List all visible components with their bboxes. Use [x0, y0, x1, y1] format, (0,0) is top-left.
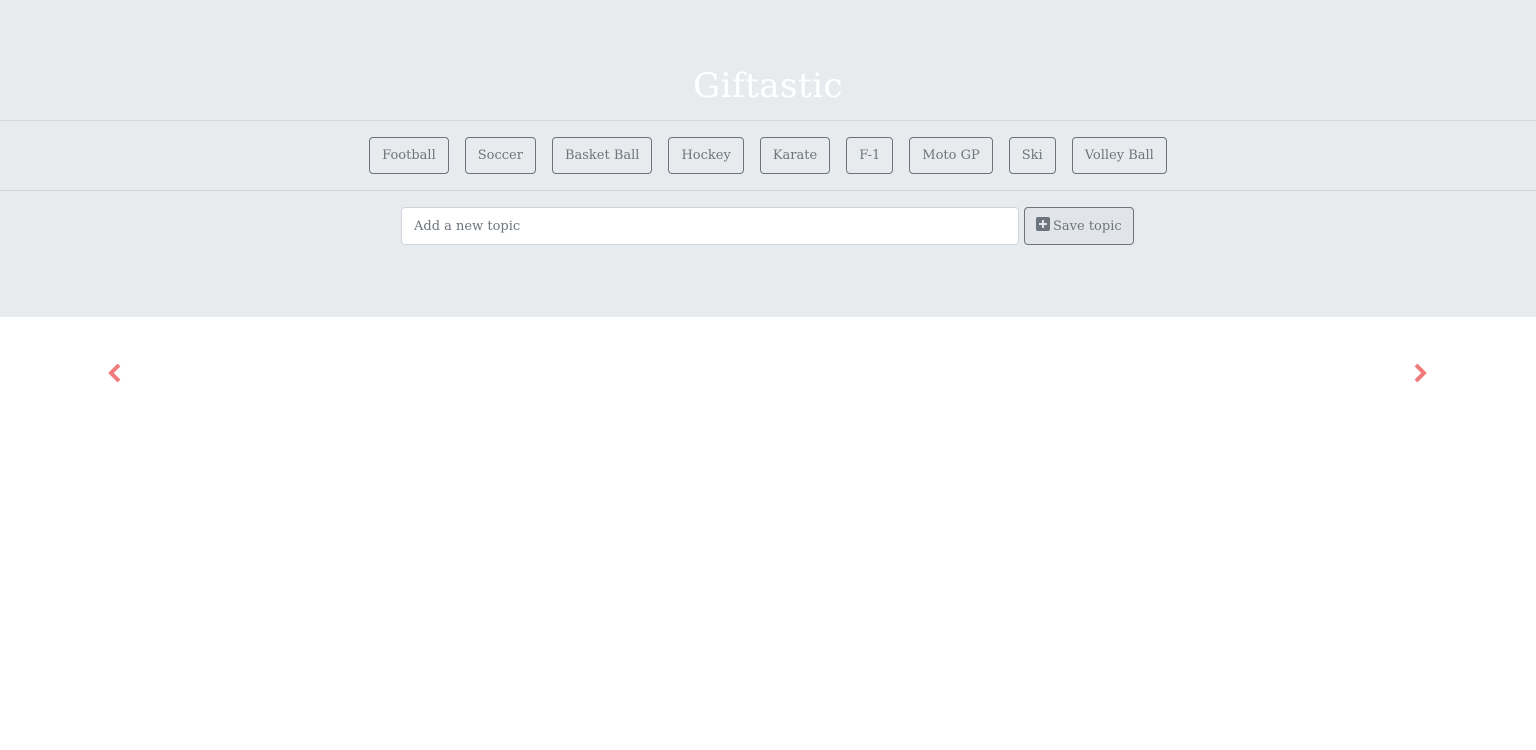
topic-button-soccer[interactable]: Soccer — [464, 137, 536, 174]
topic-button-moto-gp[interactable]: Moto GP — [909, 137, 993, 174]
chevron-left-icon — [108, 363, 121, 383]
topic-button-volley-ball[interactable]: Volley Ball — [1071, 137, 1167, 174]
chevron-right-icon — [1414, 363, 1427, 383]
topic-button-ski[interactable]: Ski — [1008, 137, 1056, 174]
gif-carousel — [0, 317, 1536, 750]
topic-button-f1[interactable]: F-1 — [846, 137, 894, 174]
page-title: Giftastic — [692, 66, 844, 106]
save-topic-button[interactable]: Save topic — [1024, 207, 1134, 245]
topic-button-football[interactable]: Football — [369, 137, 449, 174]
plus-square-icon — [1036, 217, 1050, 231]
topic-button-hockey[interactable]: Hockey — [668, 137, 744, 174]
add-topic-form: Save topic — [401, 207, 1134, 245]
topic-button-bar: Football Soccer Basket Ball Hockey Karat… — [0, 137, 1536, 174]
carousel-next-button[interactable] — [1407, 360, 1433, 386]
divider — [0, 120, 1536, 121]
carousel-prev-button[interactable] — [102, 360, 128, 386]
topic-button-karate[interactable]: Karate — [759, 137, 831, 174]
divider — [0, 190, 1536, 191]
new-topic-input[interactable] — [401, 207, 1019, 245]
save-topic-label: Save topic — [1053, 218, 1122, 234]
topic-button-basket-ball[interactable]: Basket Ball — [551, 137, 653, 174]
header-jumbotron: Giftastic Football Soccer Basket Ball Ho… — [0, 0, 1536, 317]
